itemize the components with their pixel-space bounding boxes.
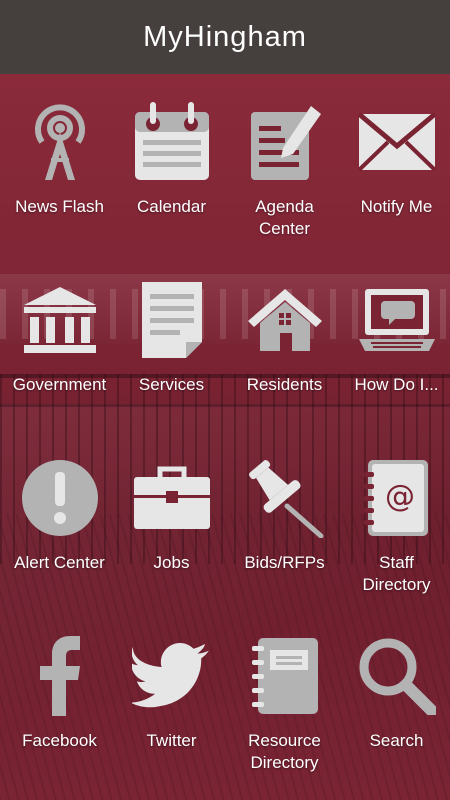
tile-label: Resource Directory — [248, 731, 321, 772]
tile-alert-center[interactable]: Alert Center — [3, 458, 116, 574]
document-icon — [132, 280, 212, 360]
house-icon — [245, 280, 325, 360]
briefcase-icon — [132, 458, 212, 538]
address-book-icon: @ — [357, 458, 437, 538]
tile-jobs[interactable]: Jobs — [115, 458, 228, 574]
tile-agenda-center[interactable]: Agenda Center — [228, 102, 341, 240]
app-title: MyHingham — [143, 20, 307, 53]
tile-news-flash[interactable]: News Flash — [3, 102, 116, 218]
tile-label: Staff Directory — [362, 553, 431, 594]
tile-notify-me[interactable]: Notify Me — [340, 102, 450, 218]
facebook-icon — [20, 636, 100, 716]
tile-label: How Do I... — [354, 375, 439, 394]
tile-services[interactable]: Services — [115, 280, 228, 396]
tile-label: Calendar — [137, 197, 206, 216]
calendar-icon — [132, 102, 212, 182]
envelope-icon — [357, 102, 437, 182]
tile-calendar[interactable]: Calendar — [115, 102, 228, 218]
tile-government[interactable]: Government — [3, 280, 116, 396]
app-header: MyHingham — [0, 0, 450, 74]
tile-facebook[interactable]: Facebook — [3, 636, 116, 752]
tile-label: Residents — [246, 375, 323, 394]
tile-how-do-i[interactable]: How Do I... — [340, 280, 450, 396]
svg-text:@: @ — [385, 479, 415, 514]
broadcast-tower-icon — [20, 102, 100, 182]
tile-label: Agenda Center — [255, 197, 314, 238]
tile-label: Jobs — [153, 553, 190, 572]
tile-label: Bids/RFPs — [244, 553, 325, 572]
tile-label: News Flash — [15, 197, 104, 216]
laptop-chat-icon — [357, 280, 437, 360]
app-screen: MyHingham News Flash Calendar Agenda Cen… — [0, 0, 450, 800]
government-building-icon — [20, 280, 100, 360]
tile-label: Search — [369, 731, 424, 750]
pushpin-icon — [245, 458, 325, 538]
tile-label: Government — [12, 375, 107, 394]
tile-label: Twitter — [146, 731, 197, 750]
tile-bids-rfps[interactable]: Bids/RFPs — [228, 458, 341, 574]
magnifier-icon — [357, 636, 437, 716]
tile-residents[interactable]: Residents — [228, 280, 341, 396]
tile-twitter[interactable]: Twitter — [115, 636, 228, 752]
tile-label: Facebook — [22, 731, 97, 750]
tile-resource-directory[interactable]: Resource Directory — [228, 636, 341, 774]
tile-staff-directory[interactable]: @ Staff Directory — [340, 458, 450, 596]
twitter-bird-icon — [131, 636, 212, 716]
tile-label: Notify Me — [360, 197, 433, 216]
tile-label: Services — [138, 375, 205, 394]
notebook-icon — [245, 636, 325, 716]
tile-label: Alert Center — [14, 553, 105, 572]
exclamation-circle-icon — [20, 458, 100, 538]
tile-search[interactable]: Search — [340, 636, 450, 752]
document-pencil-icon — [245, 102, 325, 182]
